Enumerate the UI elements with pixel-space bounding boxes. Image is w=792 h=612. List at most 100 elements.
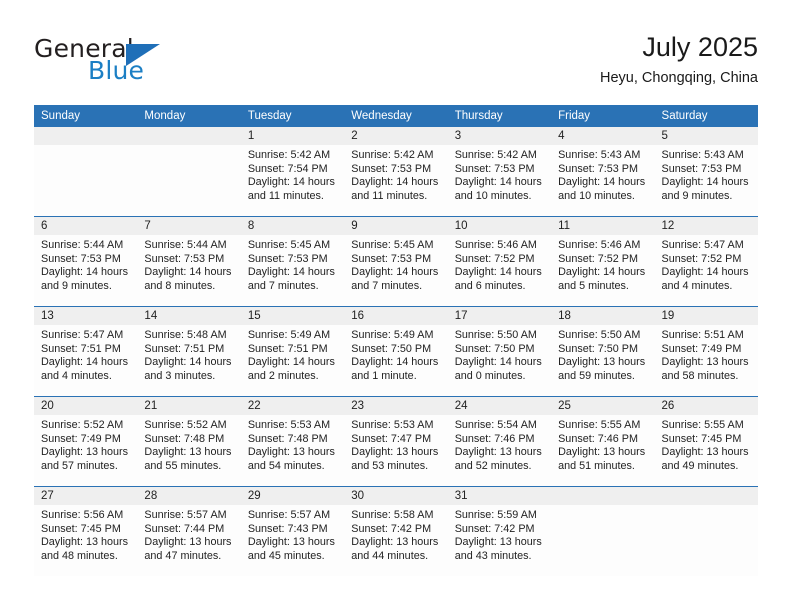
calendar-day-inner: 16 Sunrise: 5:49 AM Sunset: 7:50 PM Dayligh… (344, 307, 448, 396)
day-detail-daylight-line1: Daylight: 14 hours (558, 266, 646, 279)
calendar-day-cell[interactable]: 30 Sunrise: 5:58 AM Sunset: 7:42 PM Dayligh… (344, 486, 448, 576)
calendar-day-cell[interactable]: 4 Sunrise: 5:43 AM Sunset: 7:53 PM Daylight… (551, 127, 655, 217)
calendar-day-inner: 5 Sunrise: 5:43 AM Sunset: 7:53 PM Daylight… (654, 127, 758, 216)
title-block: July 2025 Heyu, Chongqing, China (600, 30, 758, 89)
calendar-day-cell[interactable]: 9 Sunrise: 5:45 AM Sunset: 7:53 PM Daylight… (344, 216, 448, 307)
calendar-day-inner (551, 487, 655, 576)
day-details: Sunrise: 5:45 AM Sunset: 7:53 PM Daylight:… (344, 235, 447, 293)
calendar-day-cell[interactable]: 2 Sunrise: 5:42 AM Sunset: 7:53 PM Daylight… (344, 127, 448, 217)
calendar-day-cell[interactable]: 20 Sunrise: 5:52 AM Sunset: 7:49 PM Dayligh… (34, 396, 138, 487)
day-detail-daylight-line2: and 0 minutes. (454, 369, 526, 382)
day-detail-sunrise: Sunrise: 5:57 AM (247, 509, 331, 521)
calendar-day-cell[interactable]: 1 Sunrise: 5:42 AM Sunset: 7:54 PM Daylight… (240, 127, 345, 217)
calendar-day-cell[interactable]: 15 Sunrise: 5:49 AM Sunset: 7:51 PM Dayligh… (240, 306, 345, 397)
day-number: 21 (137, 397, 241, 415)
weekday-header-tuesday: Tuesday (240, 105, 345, 127)
day-number: 27 (34, 487, 138, 505)
day-detail-daylight-line2: and 51 minutes. (558, 459, 635, 472)
day-number: 5 (654, 127, 758, 145)
day-detail-sunrise: Sunrise: 5:54 AM (454, 419, 537, 431)
calendar-day-inner: 8 Sunrise: 5:45 AM Sunset: 7:53 PM Daylight… (240, 217, 345, 306)
calendar-day-inner: 12 Sunrise: 5:47 AM Sunset: 7:52 PM Dayligh… (654, 217, 758, 306)
calendar-day-cell[interactable]: 21 Sunrise: 5:52 AM Sunset: 7:48 PM Dayligh… (137, 396, 241, 487)
calendar-day-cell[interactable]: 5 Sunrise: 5:43 AM Sunset: 7:53 PM Daylight… (654, 127, 758, 217)
calendar-day-cell[interactable]: 13 Sunrise: 5:47 AM Sunset: 7:51 PM Dayligh… (34, 306, 138, 397)
calendar-day-cell[interactable]: 11 Sunrise: 5:46 AM Sunset: 7:52 PM Dayligh… (551, 216, 655, 307)
calendar-day-cell[interactable]: 6 Sunrise: 5:44 AM Sunset: 7:53 PM Daylight… (34, 216, 138, 307)
calendar-day-cell[interactable]: 19 Sunrise: 5:51 AM Sunset: 7:49 PM Dayligh… (654, 306, 758, 397)
day-number: 24 (447, 397, 552, 415)
day-detail-daylight-line1: Daylight: 14 hours (661, 176, 749, 189)
calendar-day-cell[interactable]: 10 Sunrise: 5:46 AM Sunset: 7:52 PM Dayligh… (447, 216, 552, 307)
day-number: 2 (344, 127, 448, 145)
calendar-day-cell-empty (137, 127, 241, 217)
calendar-day-cell[interactable]: 14 Sunrise: 5:48 AM Sunset: 7:51 PM Dayligh… (137, 306, 241, 397)
day-number: 10 (447, 217, 552, 235)
calendar-day-cell[interactable]: 24 Sunrise: 5:54 AM Sunset: 7:46 PM Dayligh… (447, 396, 552, 487)
day-detail-daylight-line2: and 7 minutes. (351, 279, 423, 292)
day-detail-sunrise: Sunrise: 5:47 AM (661, 239, 744, 251)
calendar-page: General Blue July 2025 Heyu, Chongqing, … (0, 0, 792, 612)
day-details: Sunrise: 5:49 AM Sunset: 7:50 PM Daylight:… (344, 325, 447, 383)
calendar-day-cell[interactable]: 26 Sunrise: 5:55 AM Sunset: 7:45 PM Dayligh… (654, 396, 758, 487)
day-detail-sunrise: Sunrise: 5:46 AM (558, 239, 641, 251)
day-details: Sunrise: 5:59 AM Sunset: 7:42 PM Daylight:… (448, 505, 551, 563)
calendar-day-inner: 27 Sunrise: 5:56 AM Sunset: 7:45 PM Dayligh… (34, 487, 138, 576)
calendar-day-cell[interactable]: 17 Sunrise: 5:50 AM Sunset: 7:50 PM Dayligh… (447, 306, 552, 397)
calendar-day-cell[interactable]: 25 Sunrise: 5:55 AM Sunset: 7:46 PM Dayligh… (551, 396, 655, 487)
calendar-day-cell[interactable]: 12 Sunrise: 5:47 AM Sunset: 7:52 PM Dayligh… (654, 216, 758, 307)
day-number: 30 (344, 487, 448, 505)
day-details: Sunrise: 5:44 AM Sunset: 7:53 PM Daylight:… (137, 235, 240, 293)
calendar-day-cell[interactable]: 16 Sunrise: 5:49 AM Sunset: 7:50 PM Dayligh… (344, 306, 448, 397)
day-detail-daylight-line1: Daylight: 13 hours (558, 356, 646, 369)
calendar-day-cell[interactable]: 27 Sunrise: 5:56 AM Sunset: 7:45 PM Dayligh… (34, 486, 138, 576)
calendar-day-cell[interactable]: 7 Sunrise: 5:44 AM Sunset: 7:53 PM Daylight… (137, 216, 241, 307)
day-details (137, 145, 240, 149)
day-detail-sunrise: Sunrise: 5:50 AM (454, 329, 537, 341)
weekday-header-friday: Friday (551, 105, 655, 127)
day-detail-daylight-line2: and 6 minutes. (454, 279, 526, 292)
calendar-day-cell[interactable]: 28 Sunrise: 5:57 AM Sunset: 7:44 PM Dayligh… (137, 486, 241, 576)
day-detail-daylight-line1: Daylight: 13 hours (351, 536, 439, 549)
day-detail-daylight-line2: and 10 minutes. (558, 189, 635, 202)
day-detail-sunrise: Sunrise: 5:45 AM (351, 239, 434, 251)
day-detail-daylight-line1: Daylight: 14 hours (351, 356, 439, 369)
calendar-day-cell-empty (34, 127, 138, 217)
day-detail-sunrise: Sunrise: 5:53 AM (351, 419, 434, 431)
day-detail-daylight-line1: Daylight: 13 hours (247, 536, 335, 549)
day-details: Sunrise: 5:46 AM Sunset: 7:52 PM Daylight:… (448, 235, 551, 293)
calendar-day-inner: 1 Sunrise: 5:42 AM Sunset: 7:54 PM Daylight… (240, 127, 345, 216)
day-detail-daylight-line2: and 58 minutes. (661, 369, 739, 382)
calendar-day-cell[interactable]: 18 Sunrise: 5:50 AM Sunset: 7:50 PM Dayligh… (551, 306, 655, 397)
calendar-day-cell[interactable]: 31 Sunrise: 5:59 AM Sunset: 7:42 PM Dayligh… (447, 486, 552, 576)
calendar-day-cell[interactable]: 8 Sunrise: 5:45 AM Sunset: 7:53 PM Daylight… (240, 216, 345, 307)
day-details: Sunrise: 5:57 AM Sunset: 7:44 PM Daylight:… (137, 505, 240, 563)
day-detail-daylight-line2: and 43 minutes. (454, 549, 532, 562)
day-detail-sunrise: Sunrise: 5:56 AM (41, 509, 124, 521)
page-title: July 2025 (642, 32, 758, 62)
day-number: 9 (344, 217, 448, 235)
calendar-day-inner: 26 Sunrise: 5:55 AM Sunset: 7:45 PM Dayligh… (654, 397, 758, 486)
day-detail-sunset: Sunset: 7:43 PM (247, 522, 328, 535)
calendar-week-row: 27 Sunrise: 5:56 AM Sunset: 7:45 PM Dayligh… (34, 486, 758, 576)
day-detail-daylight-line1: Daylight: 13 hours (558, 446, 646, 459)
calendar-day-inner: 31 Sunrise: 5:59 AM Sunset: 7:42 PM Dayligh… (447, 487, 552, 576)
day-detail-sunrise: Sunrise: 5:57 AM (144, 509, 227, 521)
day-details (34, 145, 137, 149)
calendar-day-inner: 11 Sunrise: 5:46 AM Sunset: 7:52 PM Dayligh… (551, 217, 655, 306)
calendar-day-cell-empty (654, 486, 758, 576)
calendar-day-cell[interactable]: 22 Sunrise: 5:53 AM Sunset: 7:48 PM Dayligh… (240, 396, 345, 487)
day-detail-sunset: Sunset: 7:53 PM (661, 162, 742, 175)
day-detail-sunset: Sunset: 7:47 PM (351, 432, 432, 445)
generalblue-logo[interactable]: General Blue (34, 34, 264, 90)
calendar-day-cell[interactable]: 29 Sunrise: 5:57 AM Sunset: 7:43 PM Dayligh… (240, 486, 345, 576)
day-details (655, 505, 758, 509)
calendar-day-inner: 2 Sunrise: 5:42 AM Sunset: 7:53 PM Daylight… (344, 127, 448, 216)
calendar-day-inner: 24 Sunrise: 5:54 AM Sunset: 7:46 PM Dayligh… (447, 397, 552, 486)
calendar-day-cell[interactable]: 23 Sunrise: 5:53 AM Sunset: 7:47 PM Dayligh… (344, 396, 448, 487)
day-details: Sunrise: 5:52 AM Sunset: 7:48 PM Daylight:… (137, 415, 240, 473)
calendar-day-inner (654, 487, 758, 576)
calendar-day-inner: 13 Sunrise: 5:47 AM Sunset: 7:51 PM Dayligh… (34, 307, 138, 396)
day-detail-daylight-line1: Daylight: 14 hours (454, 176, 542, 189)
calendar-day-cell[interactable]: 3 Sunrise: 5:42 AM Sunset: 7:53 PM Daylight… (447, 127, 552, 217)
